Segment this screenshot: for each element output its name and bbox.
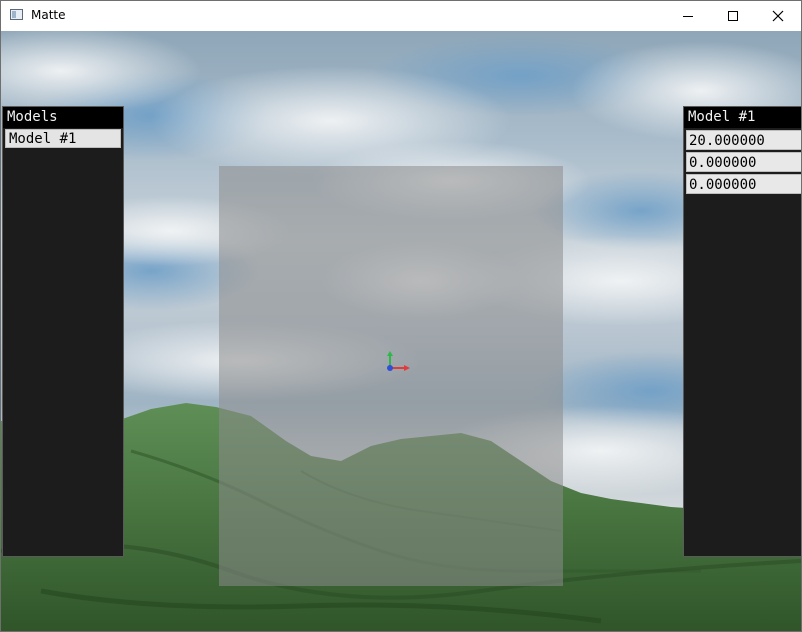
- properties-panel: Model #1 20.000000 0.000000 0.000000: [683, 106, 801, 557]
- minimize-icon: [683, 16, 693, 17]
- transform-gizmo-icon[interactable]: [384, 351, 414, 375]
- matte-plane[interactable]: [219, 166, 563, 586]
- maximize-button[interactable]: [710, 1, 756, 31]
- models-panel: Models Model #1: [2, 106, 124, 557]
- title-bar[interactable]: Matte: [1, 1, 801, 31]
- close-button[interactable]: [755, 1, 801, 31]
- models-panel-header: Models: [3, 107, 123, 128]
- model-list-item[interactable]: Model #1: [5, 129, 121, 148]
- 3d-viewport[interactable]: Models Model #1 Model #1 20.000000 0.000…: [1, 31, 801, 631]
- properties-panel-header: Model #1: [684, 107, 801, 128]
- property-field-3[interactable]: 0.000000: [686, 174, 801, 194]
- app-icon: [10, 9, 23, 20]
- property-field-2[interactable]: 0.000000: [686, 152, 801, 172]
- minimize-button[interactable]: [665, 1, 711, 31]
- property-field-1[interactable]: 20.000000: [686, 130, 801, 150]
- maximize-icon: [728, 11, 738, 21]
- window-title: Matte: [31, 8, 66, 22]
- close-icon: [772, 10, 784, 22]
- app-window: Matte Models Model #1 Model #1 20.000000…: [0, 0, 802, 632]
